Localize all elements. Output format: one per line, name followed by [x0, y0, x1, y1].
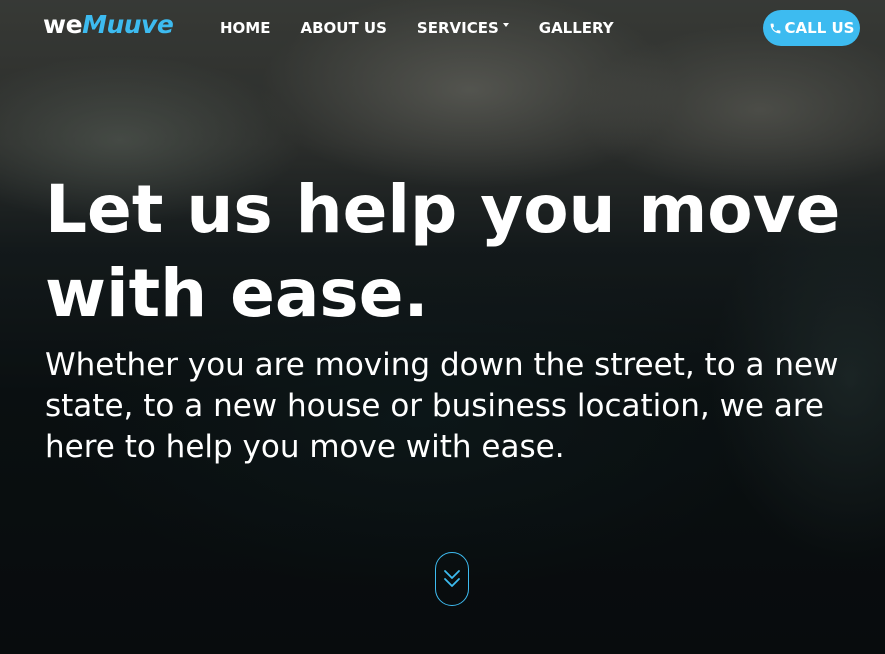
nav-item-about-us-label: ABOUT US [300, 19, 387, 37]
brand-logo[interactable]: weMuuve [43, 10, 174, 39]
caret-down-icon [502, 23, 509, 27]
nav-item-gallery[interactable]: GALLERY [539, 19, 614, 37]
nav-item-services-label: SERVICES [416, 19, 499, 37]
phone-icon [770, 23, 780, 33]
brand-logo-we: we [43, 10, 83, 39]
hero-headline: Let us help you move with ease. [45, 171, 841, 332]
double-chevron-down-icon [444, 570, 460, 587]
call-us-label: CALL US [784, 19, 855, 37]
nav-item-gallery-label: GALLERY [538, 19, 614, 37]
nav-item-home-label: HOME [220, 19, 271, 37]
nav-item-about-us[interactable]: ABOUT US [300, 19, 386, 37]
nav-links: HOME ABOUT US SERVICES GALLERY [220, 19, 644, 37]
nav-item-services[interactable]: SERVICES [417, 19, 509, 37]
scroll-down-button[interactable] [435, 552, 469, 606]
hero-subtext: Whether you are moving down the street, … [45, 347, 839, 465]
brand-logo-muuve: Muuve [82, 10, 174, 39]
nav-item-home[interactable]: HOME [220, 19, 270, 37]
navbar: weMuuve HOME ABOUT US SERVICES GALLERY C… [0, 0, 885, 56]
call-us-button[interactable]: CALL US [763, 10, 860, 46]
